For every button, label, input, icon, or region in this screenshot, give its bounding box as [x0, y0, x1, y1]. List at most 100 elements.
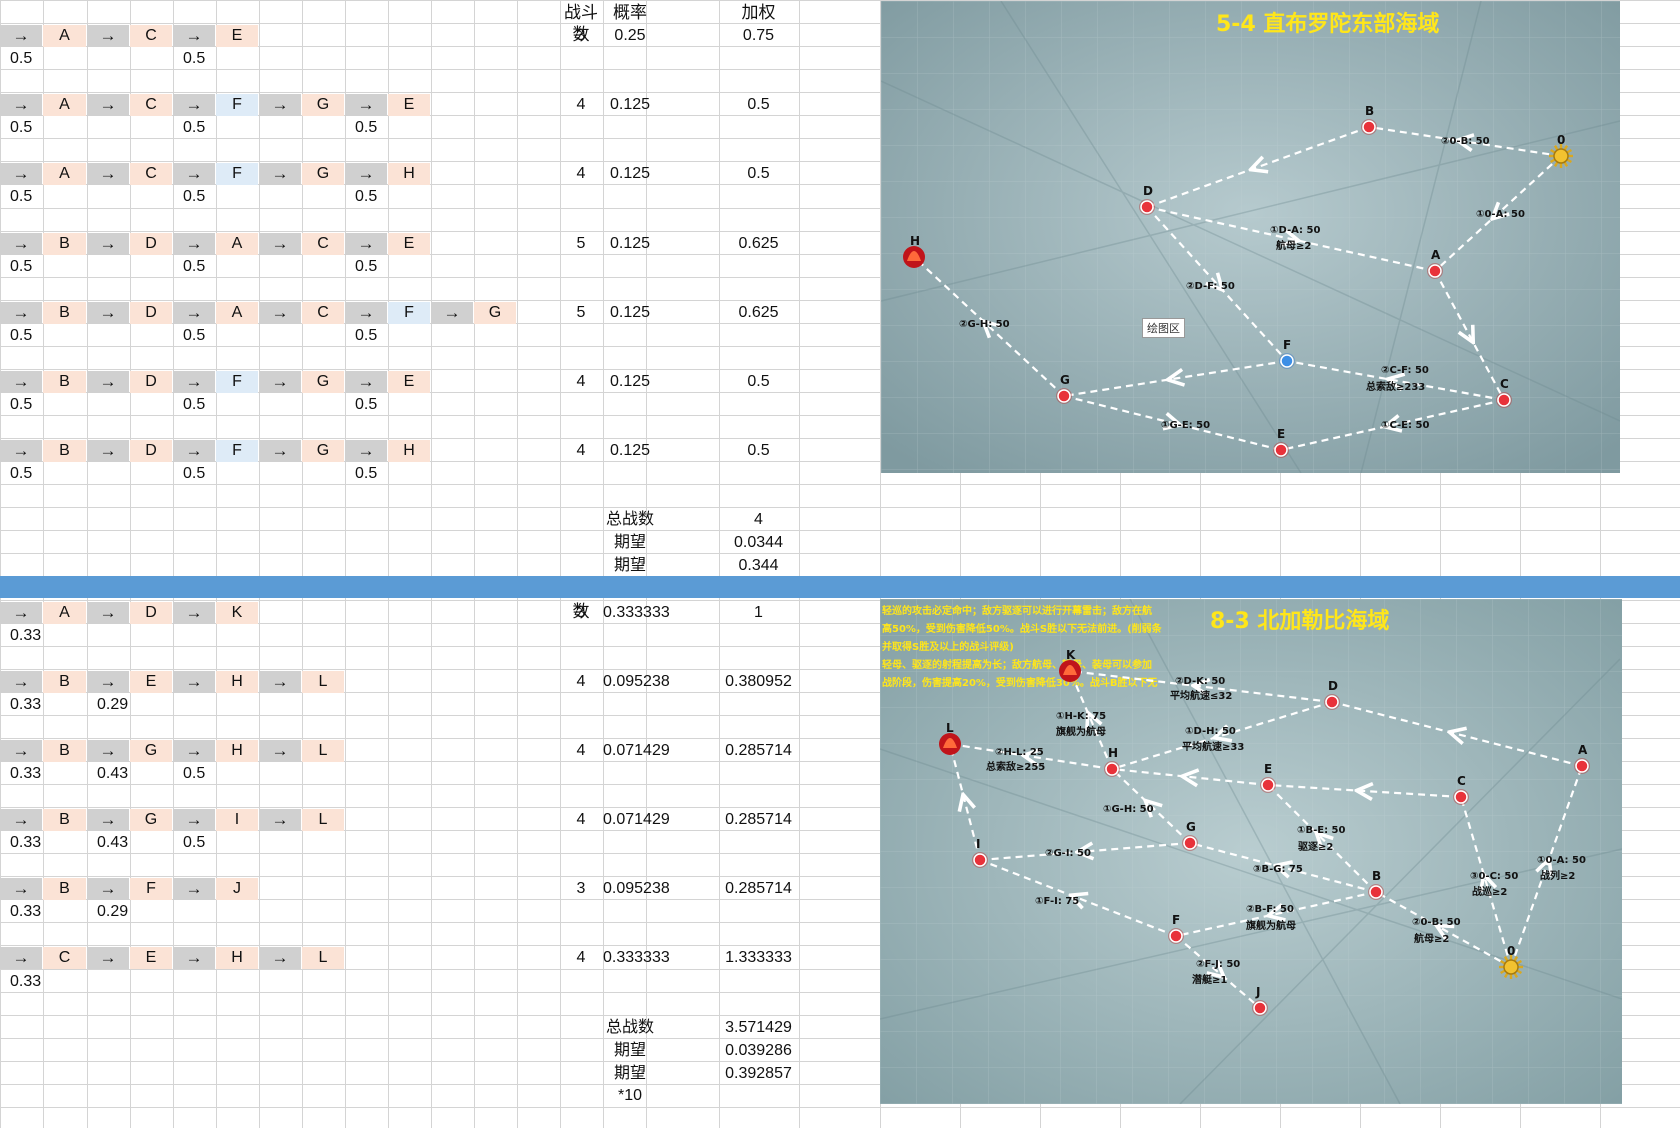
map-node-label: K	[1066, 648, 1076, 662]
route-node: F	[130, 878, 172, 900]
map-node-label: F	[1283, 338, 1291, 352]
route-arrow: →	[87, 671, 129, 693]
branch-probability: 0.29	[97, 903, 129, 920]
branch-probability: 0.5	[355, 465, 378, 482]
map1-title: 5-4 直布罗陀东部海域	[1216, 11, 1439, 37]
battle-count: 4	[576, 373, 586, 390]
weighted-battles: 0.625	[738, 235, 779, 252]
route-node: H	[216, 671, 258, 693]
summary-value: 0.344	[738, 557, 779, 574]
route-node: D	[130, 302, 172, 324]
map-node-label: I	[976, 837, 980, 851]
route-arrow: →	[259, 809, 301, 831]
battle-count: 4	[576, 811, 586, 828]
route-condition-label: ②D-K: 50	[1175, 676, 1225, 687]
map-node-label: F	[1172, 913, 1180, 927]
branch-probability: 0.5	[10, 188, 33, 205]
map-node-label: H	[1108, 746, 1118, 760]
route-node: B	[43, 233, 86, 255]
route-probability: 0.125	[609, 165, 651, 182]
battle-count: 3	[576, 880, 586, 897]
route-node: G	[302, 94, 344, 116]
route-condition-label: ①0-A: 50	[1476, 209, 1525, 220]
branch-probability: 0.5	[355, 327, 378, 344]
route-arrow: →	[345, 302, 387, 324]
route-arrow: →	[0, 671, 42, 693]
header-probability: 概率	[613, 3, 647, 22]
route-node: G	[302, 371, 344, 393]
route-node: B	[43, 740, 86, 762]
summary-label: 期望	[613, 1042, 646, 1059]
route-node: A	[43, 602, 86, 624]
weighted-battles: 0.5	[747, 165, 770, 182]
route-condition-label: 旗舰为航母	[1246, 919, 1296, 932]
route-node: G	[130, 809, 172, 831]
route-arrow: →	[0, 233, 42, 255]
route-node: L	[302, 809, 344, 831]
section-separator	[0, 576, 1680, 598]
route-condition-label: ②C-F: 50	[1381, 365, 1429, 376]
map-node-label: 0	[1507, 944, 1515, 958]
route-node: A	[216, 302, 258, 324]
route-condition-label: ②0-B: 50	[1412, 917, 1461, 928]
route-arrow: →	[345, 163, 387, 185]
route-condition-label: ①D-H: 50	[1185, 726, 1236, 737]
route-node: C	[130, 25, 172, 47]
map-node-label: H	[910, 234, 920, 248]
route-arrow: →	[173, 25, 215, 47]
weighted-battles: 1.333333	[725, 949, 792, 966]
route-arrow: →	[173, 440, 215, 462]
route-arrow: →	[173, 233, 215, 255]
route-condition-label: ①0-A: 50	[1537, 855, 1586, 866]
summary-label: 期望*10	[613, 1065, 646, 1104]
battle-count: 3	[576, 604, 586, 621]
map-note-line: 并取得S胜及以上的战斗评级)	[882, 640, 1014, 653]
route-arrow: →	[259, 947, 301, 969]
branch-probability: 0.5	[355, 119, 378, 136]
route-node: C	[130, 94, 172, 116]
route-arrow: →	[259, 94, 301, 116]
route-probability: 0.125	[609, 235, 651, 252]
route-arrow: →	[87, 440, 129, 462]
route-node: B	[43, 878, 86, 900]
branch-probability: 0.5	[355, 396, 378, 413]
route-arrow: →	[173, 947, 215, 969]
route-condition-label: 平均航速≥33	[1182, 740, 1244, 753]
summary-value: 4	[754, 511, 763, 528]
weighted-battles: 0.75	[742, 27, 775, 44]
map-8-3: 8-3 北加勒比海域 轻巡的攻击必定命中；敌方驱逐可以进行开幕雷击；敌方在航 高5…	[880, 599, 1622, 1104]
route-node: E	[216, 25, 258, 47]
header-battles: 战斗数	[564, 3, 598, 44]
weighted-battles: 0.285714	[725, 811, 792, 828]
weighted-battles: 0.285714	[725, 742, 792, 759]
route-node: E	[388, 94, 430, 116]
route-arrow: →	[345, 371, 387, 393]
map-note-line: 高50%，受到伤害降低50%。战斗S胜以下无法前进。(削弱条	[882, 622, 1163, 635]
map-node-label: D	[1143, 184, 1153, 198]
map-node-label: B	[1372, 869, 1381, 883]
route-node: E	[388, 233, 430, 255]
summary-label: 总战数	[605, 511, 654, 528]
route-arrow: →	[87, 302, 129, 324]
route-arrow: →	[259, 302, 301, 324]
route-arrow: →	[87, 163, 129, 185]
route-arrow: →	[87, 740, 129, 762]
map-note-line: 轻巡的攻击必定命中；敌方驱逐可以进行开幕雷击；敌方在航	[882, 604, 1152, 617]
route-node: E	[130, 947, 172, 969]
route-node: A	[216, 233, 258, 255]
route-node: L	[302, 671, 344, 693]
route-condition-label: ①G-H: 50	[1103, 804, 1154, 815]
weighted-battles: 0.625	[738, 304, 779, 321]
route-node: C	[302, 233, 344, 255]
route-node: H	[388, 440, 430, 462]
route-arrow: →	[173, 740, 215, 762]
route-node: L	[302, 740, 344, 762]
route-node: G	[302, 163, 344, 185]
summary-value: 0.0344	[734, 534, 783, 551]
route-node: D	[130, 371, 172, 393]
map-node-label: A	[1578, 743, 1588, 757]
route-arrow: →	[259, 371, 301, 393]
branch-probability: 0.33	[10, 627, 42, 644]
route-node: B	[43, 809, 86, 831]
map2-title: 8-3 北加勒比海域	[1210, 608, 1389, 634]
